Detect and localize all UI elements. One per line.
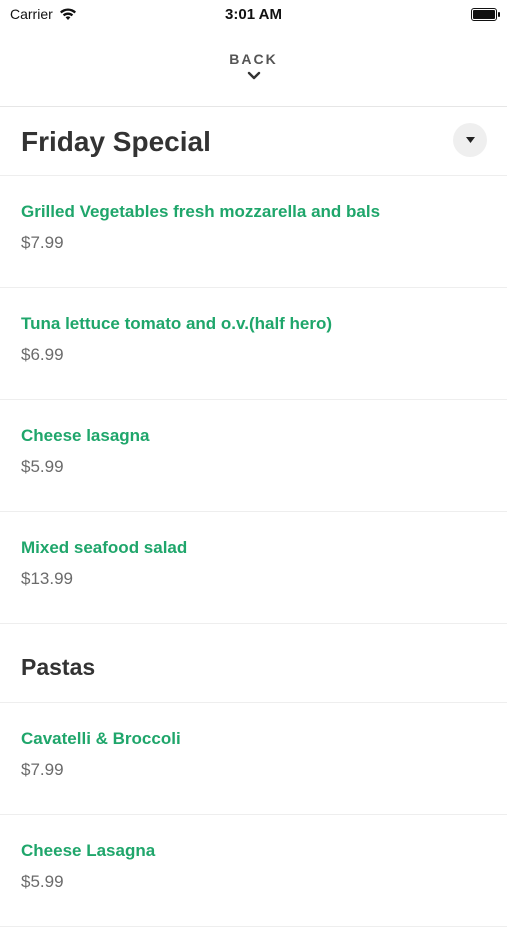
section-header-friday-special: Friday Special <box>0 107 507 176</box>
item-name: Mixed seafood salad <box>21 538 188 557</box>
menu-item[interactable]: Cheese Lasagna $5.99 <box>0 815 507 927</box>
menu-item[interactable]: Cheese lasagna $5.99 <box>0 400 507 512</box>
item-name: Grilled Vegetables fresh mozzarella and … <box>21 202 381 221</box>
menu-item[interactable]: Mixed seafood salad $13.99 <box>0 512 507 623</box>
item-name: Tuna lettuce tomato and o.v.(half hero) <box>21 314 333 333</box>
menu-item[interactable]: Grilled Vegetables fresh mozzarella and … <box>0 176 507 288</box>
status-time: 3:01 AM <box>225 6 282 23</box>
menu-item[interactable]: Tuna lettuce tomato and o.v.(half hero) … <box>0 288 507 400</box>
battery-icon <box>471 8 500 21</box>
item-price: $13.99 <box>21 569 73 588</box>
item-name: Cavatelli & Broccoli <box>21 729 181 748</box>
item-price: $7.99 <box>21 233 64 252</box>
item-name: Cheese Lasagna <box>21 841 156 860</box>
section-dropdown-button[interactable] <box>453 123 487 157</box>
caret-down-icon <box>465 137 475 143</box>
section-title: Pastas <box>21 654 96 680</box>
item-name: Cheese lasagna <box>21 426 150 445</box>
menu-item[interactable]: Cavatelli & Broccoli $7.99 <box>0 703 507 815</box>
item-price: $5.99 <box>21 457 64 476</box>
status-bar: Carrier 3:01 AM <box>0 0 507 28</box>
chevron-down-icon <box>247 71 260 79</box>
section-title: Friday Special <box>21 126 211 157</box>
back-label: BACK <box>229 50 278 67</box>
back-button[interactable]: BACK <box>0 28 507 107</box>
item-price: $6.99 <box>21 345 64 364</box>
section-header-pastas: Pastas <box>0 623 507 703</box>
item-price: $7.99 <box>21 760 64 779</box>
item-price: $5.99 <box>21 872 64 891</box>
